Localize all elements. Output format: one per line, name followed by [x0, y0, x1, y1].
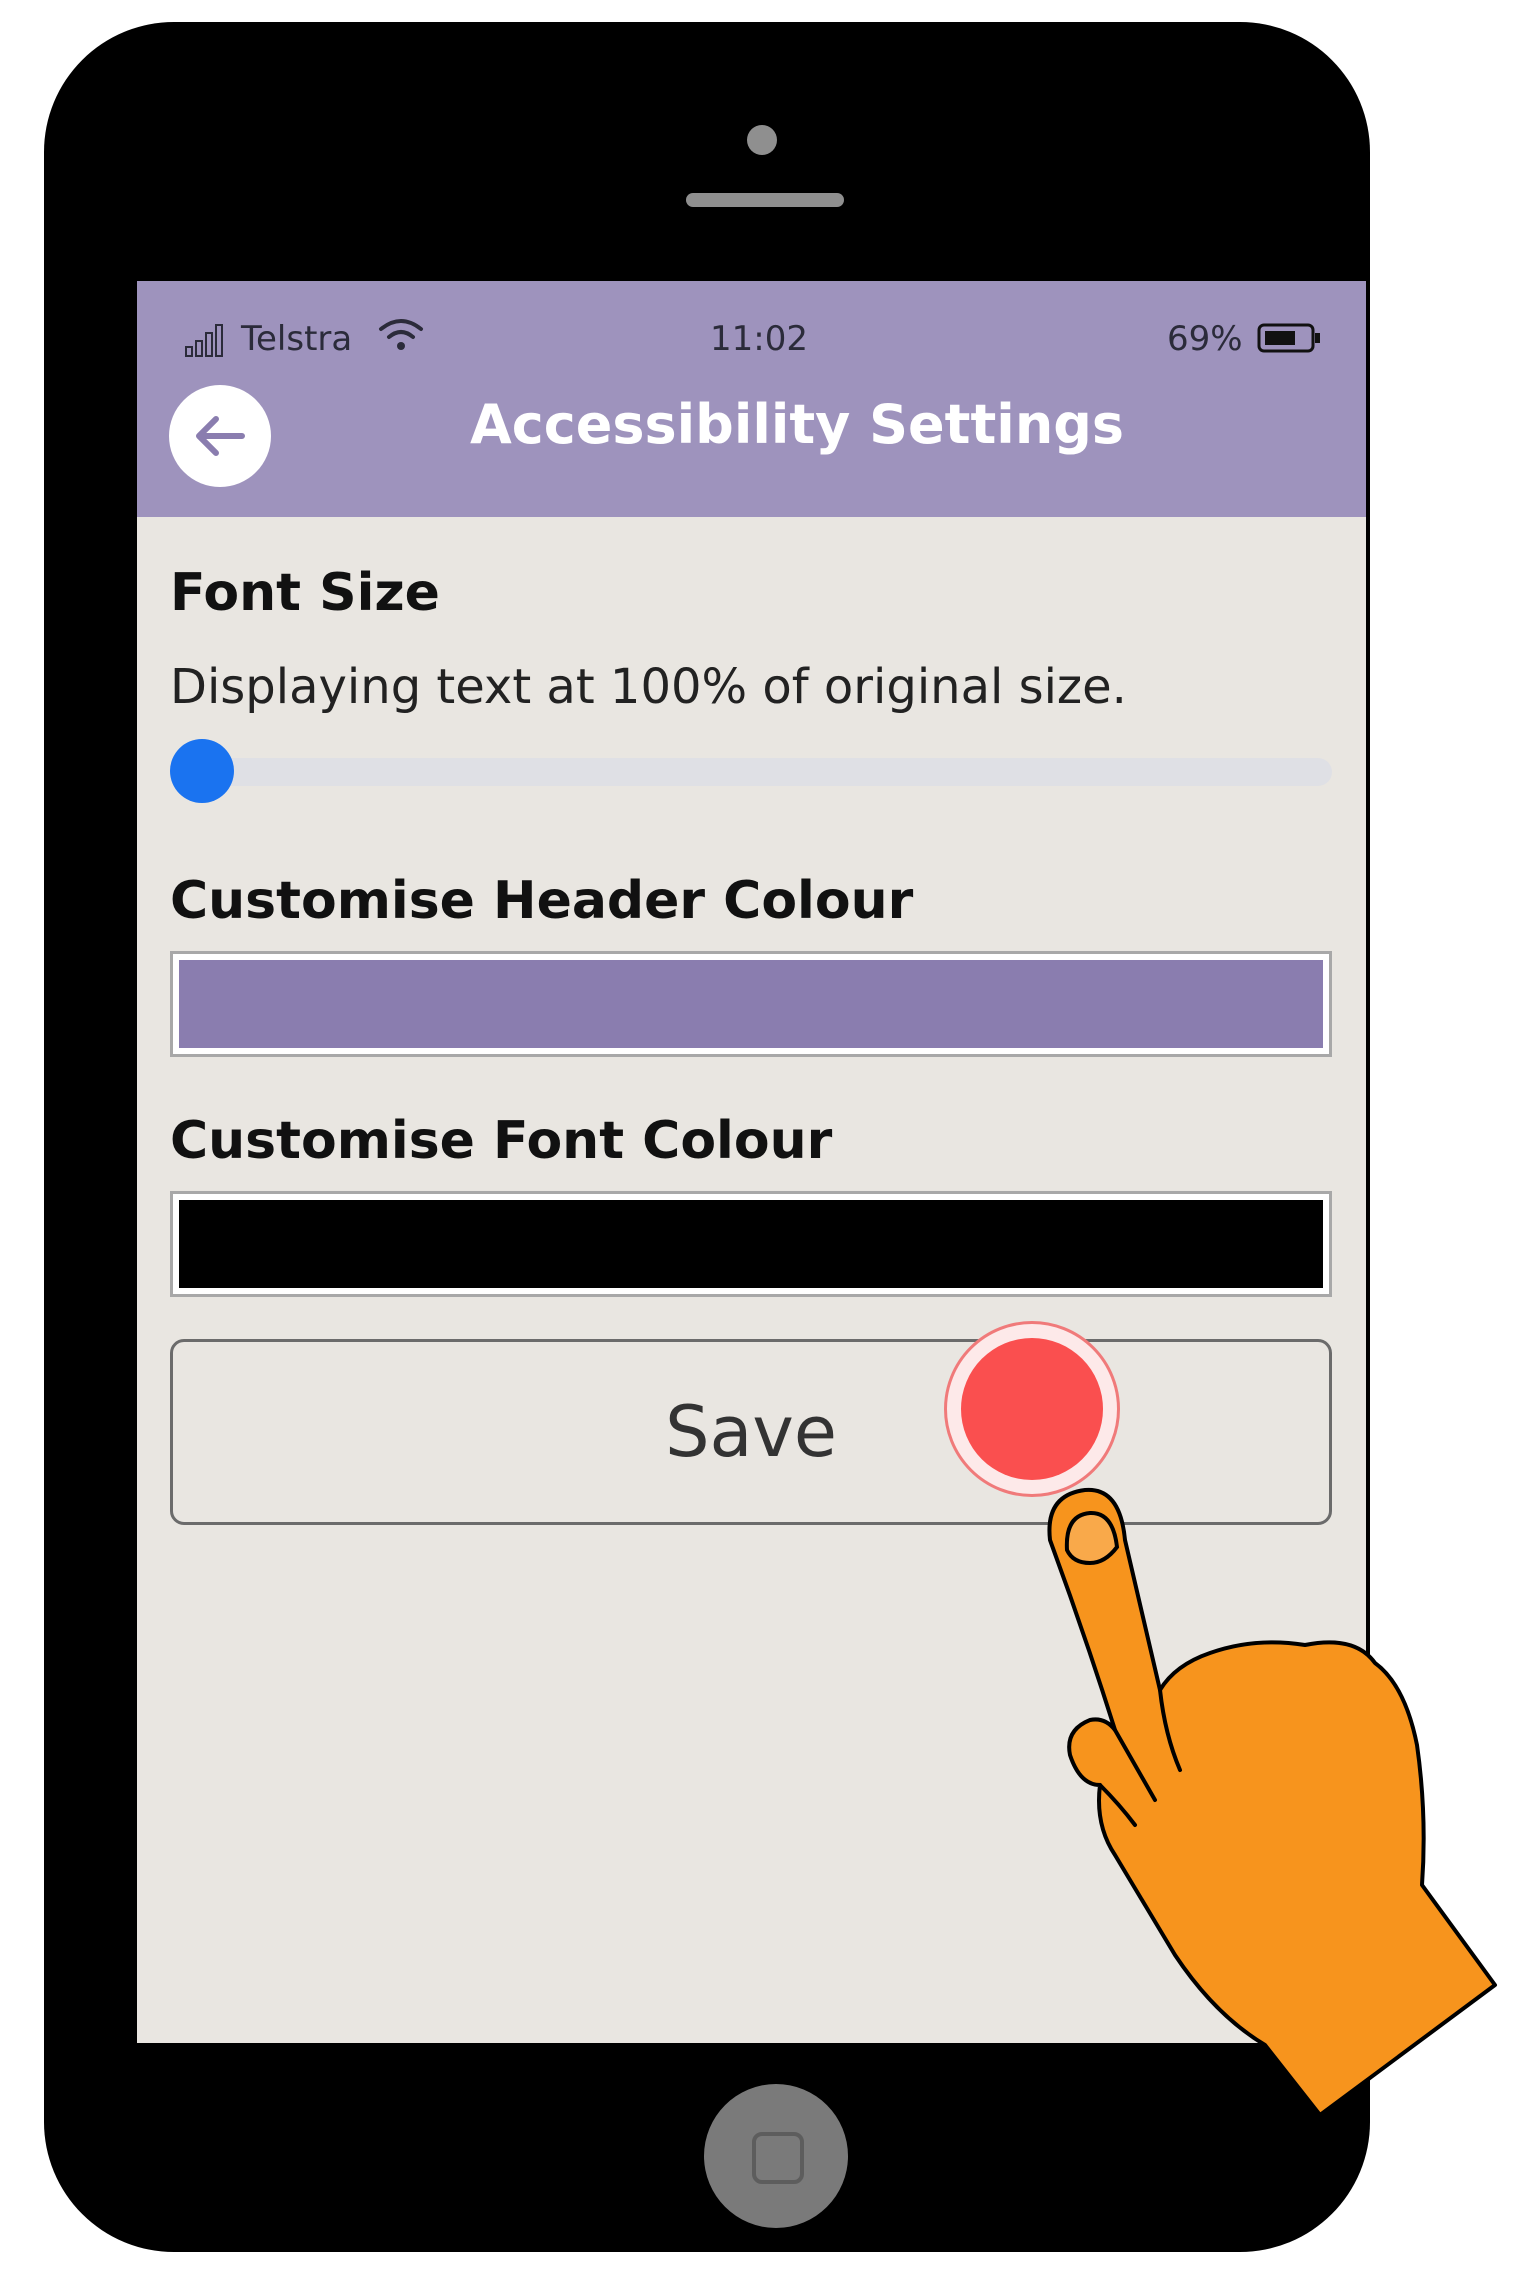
font-colour-swatch [179, 1200, 1323, 1288]
font-size-label: Font Size [170, 563, 440, 623]
header-colour-picker[interactable] [170, 951, 1332, 1057]
back-button[interactable] [169, 385, 271, 487]
font-colour-picker[interactable] [170, 1191, 1332, 1297]
font-colour-label: Customise Font Colour [170, 1111, 833, 1171]
app-header: Telstra 11:02 69% Accessibility Settings [137, 281, 1366, 517]
battery-percentage: 69% [1167, 319, 1243, 359]
camera-icon [747, 125, 777, 155]
font-size-slider-thumb[interactable] [170, 739, 234, 803]
page-title: Accessibility Settings [469, 393, 1125, 456]
font-size-description: Displaying text at 100% of original size… [170, 659, 1127, 715]
speaker-grille [686, 193, 844, 207]
arrow-left-icon [196, 416, 245, 456]
signal-icon [185, 324, 223, 357]
pointing-hand-icon [1047, 1487, 1497, 2117]
tap-indicator [944, 1321, 1120, 1497]
battery-icon [1257, 323, 1320, 353]
tap-dot [961, 1338, 1103, 1480]
wifi-icon [379, 319, 423, 350]
status-bar: Telstra 11:02 69% [137, 281, 1366, 361]
carrier-name: Telstra [241, 319, 353, 359]
header-colour-swatch [179, 960, 1323, 1048]
font-size-slider[interactable] [170, 758, 1332, 786]
status-time: 11:02 [710, 319, 808, 359]
header-colour-label: Customise Header Colour [170, 871, 914, 931]
home-button[interactable] [704, 2084, 848, 2228]
home-square-icon [752, 2132, 804, 2184]
